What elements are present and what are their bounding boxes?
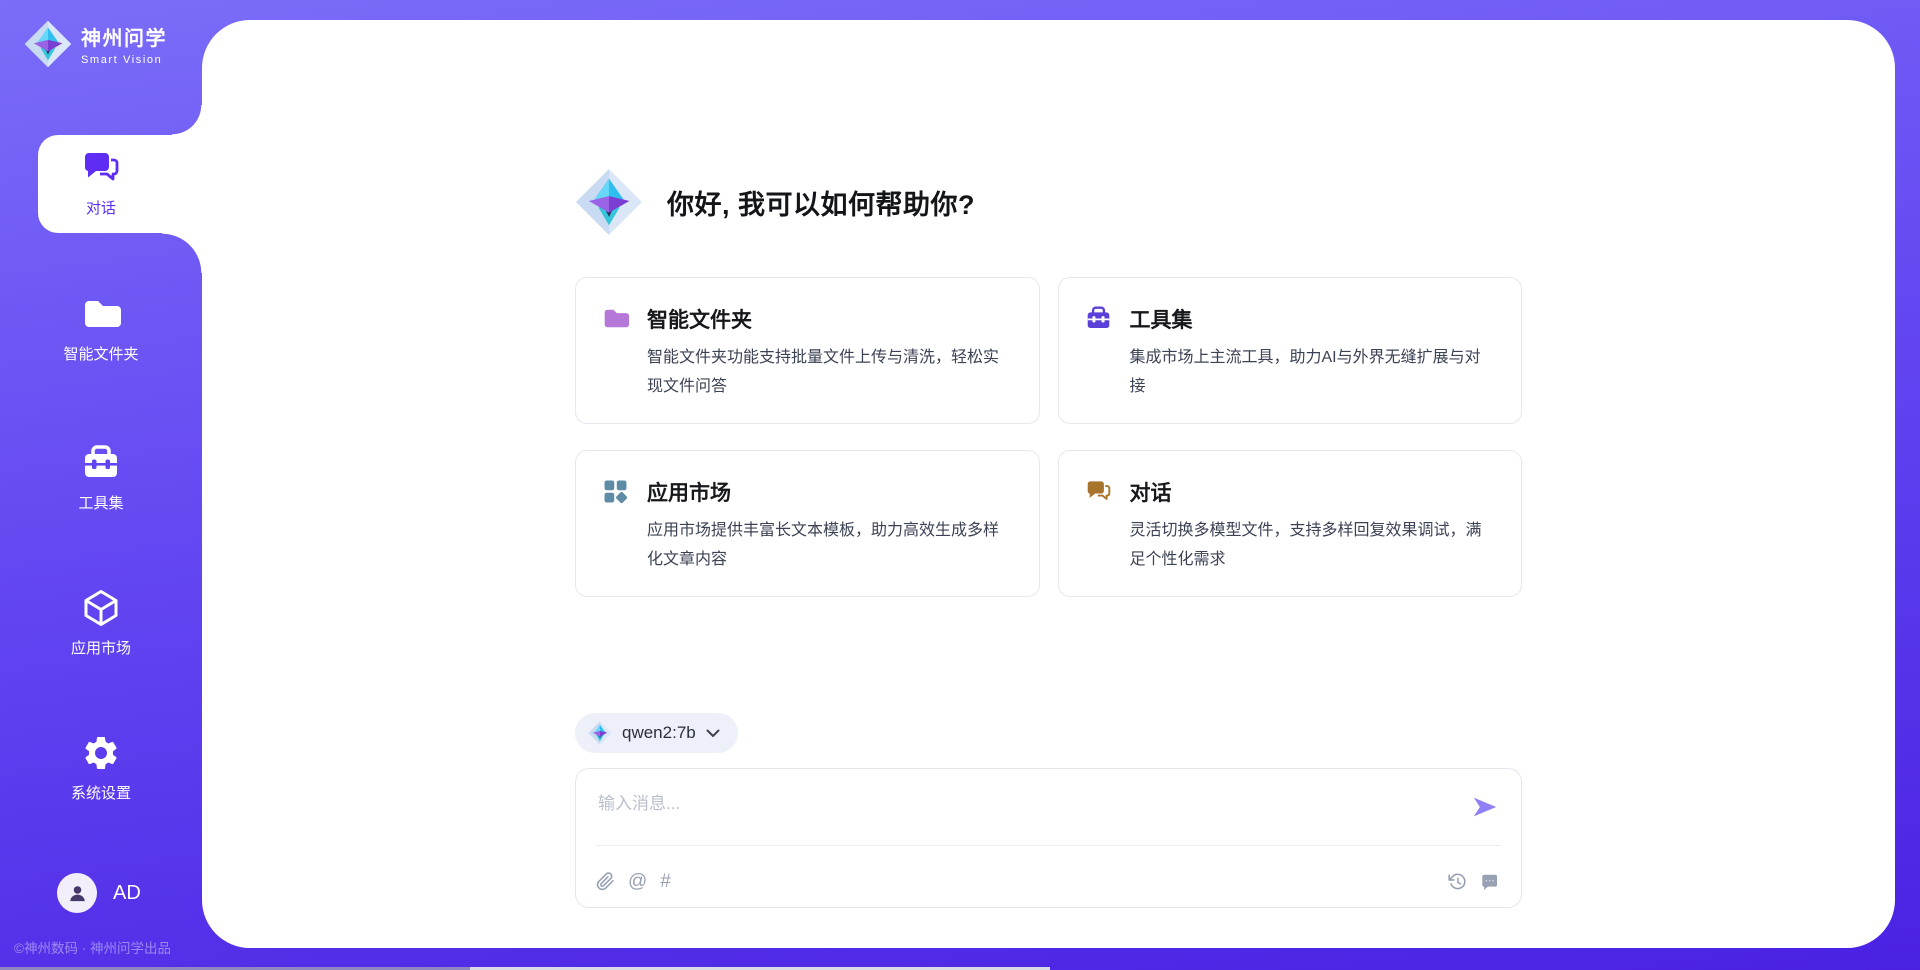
cube-icon	[81, 588, 121, 628]
card-title: 智能文件夹	[647, 304, 1013, 334]
toolbox-icon	[81, 443, 121, 483]
card-app-market[interactable]: 应用市场 应用市场提供丰富长文本模板，助力高效生成多样化文章内容	[575, 450, 1040, 597]
card-description: 应用市场提供丰富长文本模板，助力高效生成多样化文章内容	[647, 516, 1013, 574]
gem-logo-icon	[575, 168, 643, 236]
gem-logo-icon	[588, 721, 612, 745]
main-panel: 你好, 我可以如何帮助你? 智能文件夹 智能文件夹功能支持批量文件上传与清洗，轻…	[202, 20, 1895, 948]
chat-icon	[81, 148, 121, 188]
sidebar-item-smart-folder[interactable]: 智能文件夹	[0, 294, 202, 364]
active-tab-fillet-bottom	[162, 233, 202, 273]
card-smart-folder[interactable]: 智能文件夹 智能文件夹功能支持批量文件上传与清洗，轻松实现文件问答	[575, 277, 1040, 424]
gear-icon	[81, 733, 121, 773]
sidebar-item-settings[interactable]: 系统设置	[0, 733, 202, 803]
card-description: 智能文件夹功能支持批量文件上传与清洗，轻松实现文件问答	[647, 343, 1013, 401]
brand: 神州问学 Smart Vision	[24, 20, 167, 68]
card-title: 应用市场	[647, 477, 1013, 507]
user-account[interactable]: AD	[57, 873, 141, 913]
hash-icon[interactable]: #	[660, 872, 671, 891]
feature-cards: 智能文件夹 智能文件夹功能支持批量文件上传与清洗，轻松实现文件问答 工具集 集成…	[575, 277, 1522, 597]
model-selector[interactable]: qwen2:7b	[575, 713, 738, 753]
greeting: 你好, 我可以如何帮助你?	[575, 168, 975, 236]
user-avatar-icon	[66, 882, 89, 905]
folder-icon	[602, 305, 629, 332]
chevron-down-icon	[706, 729, 720, 738]
card-chat[interactable]: 对话 灵活切换多模型文件，支持多样回复效果调试，满足个性化需求	[1058, 450, 1523, 597]
card-description: 集成市场上主流工具，助力AI与外界无缝扩展与对接	[1130, 343, 1496, 401]
composer-toolbar: @ #	[596, 872, 1499, 891]
sidebar-item-label: 对话	[86, 197, 116, 218]
card-title: 工具集	[1130, 304, 1496, 334]
card-toolset[interactable]: 工具集 集成市场上主流工具，助力AI与外界无缝扩展与对接	[1058, 277, 1523, 424]
mention-icon[interactable]: @	[628, 872, 647, 891]
user-name: AD	[113, 882, 141, 905]
card-title: 对话	[1130, 477, 1496, 507]
paperclip-icon[interactable]	[596, 872, 615, 891]
gem-logo-icon	[24, 20, 72, 68]
grid-icon	[602, 478, 629, 505]
avatar	[57, 873, 97, 913]
toolbox-icon	[1085, 305, 1112, 332]
send-icon[interactable]	[1471, 793, 1499, 821]
comment-icon[interactable]	[1480, 872, 1499, 891]
card-description: 灵活切换多模型文件，支持多样回复效果调试，满足个性化需求	[1130, 516, 1496, 574]
brand-subtitle: Smart Vision	[81, 54, 167, 66]
folder-icon	[81, 294, 121, 334]
sidebar: 神州问学 Smart Vision 对话 智能文件夹 工具集 应用市场 系统设置…	[0, 0, 202, 970]
sidebar-item-chat[interactable]: 对话	[0, 148, 202, 218]
sidebar-item-label: 系统设置	[71, 782, 131, 803]
sidebar-item-label: 智能文件夹	[63, 343, 138, 364]
message-composer: @ #	[575, 768, 1522, 908]
brand-name: 神州问学	[81, 22, 167, 51]
sidebar-item-app-market[interactable]: 应用市场	[0, 588, 202, 658]
sidebar-footer-text: ©神州数码 · 神州问学出品	[14, 937, 171, 957]
chat-bubbles-icon	[1085, 478, 1112, 505]
sidebar-item-toolset[interactable]: 工具集	[0, 443, 202, 513]
sidebar-item-label: 工具集	[78, 492, 123, 513]
history-icon[interactable]	[1448, 872, 1467, 891]
greeting-title: 你好, 我可以如何帮助你?	[667, 183, 975, 222]
composer-divider	[596, 845, 1501, 846]
active-tab-fillet-top	[172, 105, 202, 135]
model-name: qwen2:7b	[622, 723, 696, 743]
sidebar-item-label: 应用市场	[71, 637, 131, 658]
